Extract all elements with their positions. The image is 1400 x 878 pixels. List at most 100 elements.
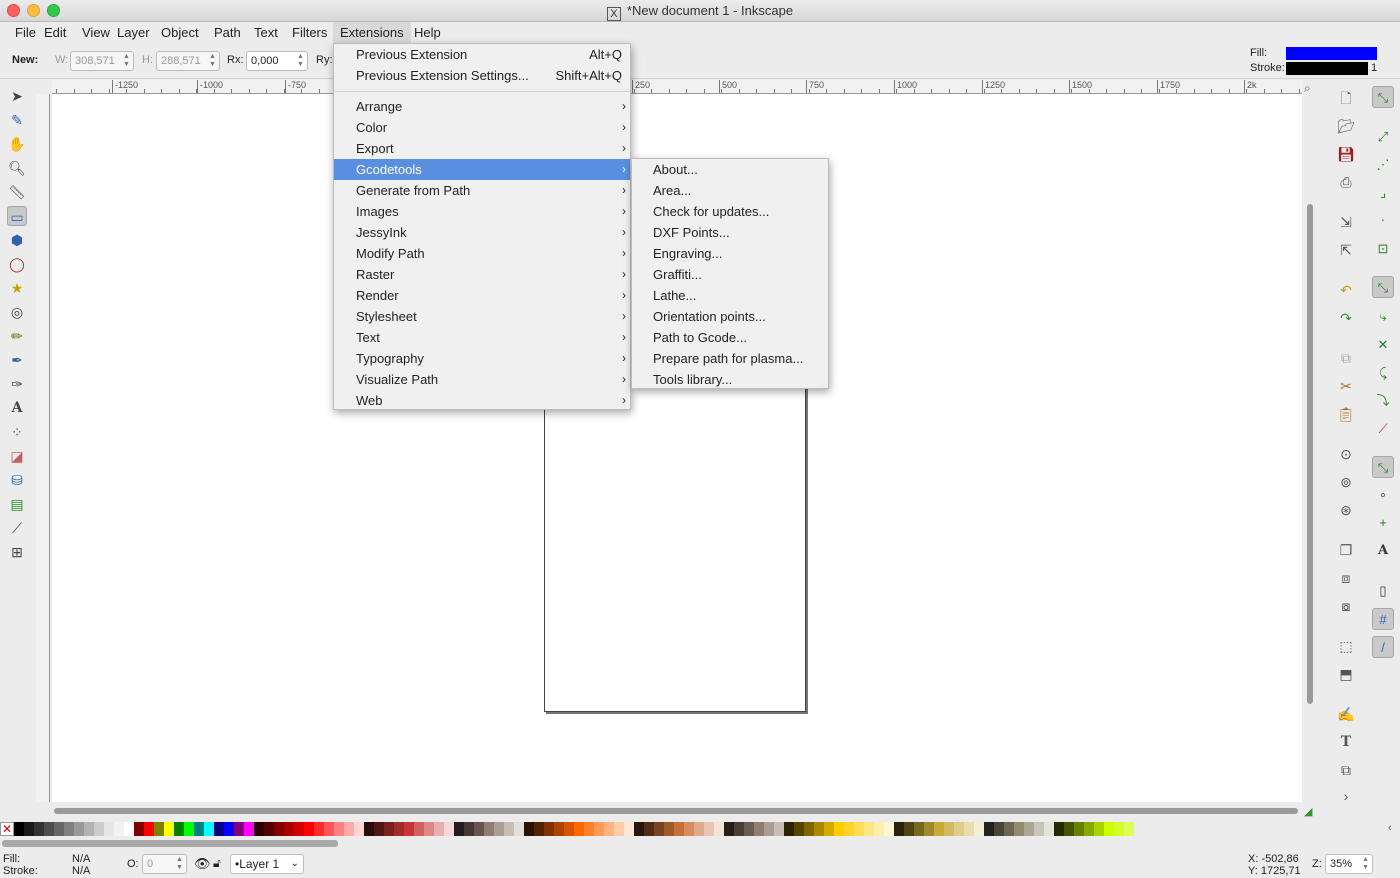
palette-swatch[interactable] — [104, 822, 114, 836]
menu-text[interactable]: Text — [247, 22, 285, 43]
zoom-field[interactable]: 35% ▲ ▼ — [1325, 854, 1373, 874]
menu-filters[interactable]: Filters — [285, 22, 334, 43]
no-paint-swatch[interactable]: ✕ — [0, 822, 14, 836]
palette-swatch[interactable] — [474, 822, 484, 836]
submenu-item-engraving[interactable]: Engraving... — [632, 243, 828, 264]
palette-swatch[interactable] — [1054, 822, 1064, 836]
palette-swatch[interactable] — [514, 822, 524, 836]
snap-bbox-edge-icon[interactable]: ⋰ — [1372, 154, 1394, 176]
menu-item-gcodetools[interactable]: Gcodetools › — [334, 159, 630, 180]
snap-object-center-icon[interactable]: ∘ — [1372, 484, 1394, 506]
pen-tool-icon[interactable]: ✒ — [7, 350, 27, 370]
menu-item-arrange[interactable]: Arrange › — [334, 96, 630, 117]
submenu-item-path-to-gcode[interactable]: Path to Gcode... — [632, 327, 828, 348]
snap-bbox-corner-icon[interactable]: ⌟ — [1372, 182, 1394, 204]
palette-swatch[interactable] — [1084, 822, 1094, 836]
palette-swatch[interactable] — [1004, 822, 1014, 836]
selector-tool-icon[interactable]: ➤ — [7, 86, 27, 106]
measure-tool-icon[interactable]: 📏︎ — [7, 182, 27, 202]
palette-swatch[interactable] — [944, 822, 954, 836]
palette-swatch[interactable] — [484, 822, 494, 836]
palette-swatch[interactable] — [244, 822, 254, 836]
palette-swatch[interactable] — [964, 822, 974, 836]
palette-swatch[interactable] — [184, 822, 194, 836]
palette-swatch[interactable] — [624, 822, 634, 836]
print-icon[interactable]: ⎙ — [1336, 172, 1356, 192]
palette-swatch[interactable] — [264, 822, 274, 836]
palette-swatch[interactable] — [464, 822, 474, 836]
palette-swatch[interactable] — [204, 822, 214, 836]
palette-swatch[interactable] — [894, 822, 904, 836]
menu-item-export[interactable]: Export › — [334, 138, 630, 159]
submenu-item-lathe[interactable]: Lathe... — [632, 285, 828, 306]
palette-swatch[interactable] — [214, 822, 224, 836]
palette-swatch[interactable] — [234, 822, 244, 836]
palette-swatch[interactable] — [904, 822, 914, 836]
palette-swatch[interactable] — [694, 822, 704, 836]
tweak-tool-icon[interactable]: ✋ — [7, 134, 27, 154]
palette-swatch[interactable] — [584, 822, 594, 836]
menu-item-images[interactable]: Images › — [334, 201, 630, 222]
palette-swatch[interactable] — [784, 822, 794, 836]
palette-swatch[interactable] — [984, 822, 994, 836]
palette-swatch[interactable] — [864, 822, 874, 836]
palette-swatch[interactable] — [54, 822, 64, 836]
submenu-item-tools-library[interactable]: Tools library... — [632, 369, 828, 390]
height-field[interactable]: 288,571 ▲ ▼ — [156, 51, 220, 71]
palette-swatch[interactable] — [994, 822, 1004, 836]
status-stroke-value[interactable]: N/A — [72, 865, 90, 877]
palette-swatch[interactable] — [774, 822, 784, 836]
horizontal-scroll-thumb[interactable] — [54, 808, 1298, 814]
submenu-item-dxf-points[interactable]: DXF Points... — [632, 222, 828, 243]
palette-swatch[interactable] — [314, 822, 324, 836]
palette-swatch[interactable] — [604, 822, 614, 836]
menu-item-modify-path[interactable]: Modify Path › — [334, 243, 630, 264]
text-tool-icon[interactable]: A — [7, 398, 27, 418]
palette-swatch[interactable] — [814, 822, 824, 836]
palette-swatch[interactable] — [1064, 822, 1074, 836]
save-icon[interactable]: 💾︎ — [1336, 144, 1356, 164]
palette-swatch[interactable] — [544, 822, 554, 836]
menu-item-jessyink[interactable]: JessyInk › — [334, 222, 630, 243]
cut-icon[interactable]: ✂ — [1336, 376, 1356, 396]
palette-swatch[interactable] — [1024, 822, 1034, 836]
menu-extensions[interactable]: Extensions — [333, 22, 411, 43]
palette-swatch[interactable] — [504, 822, 514, 836]
palette-swatch[interactable] — [794, 822, 804, 836]
palette-swatch[interactable] — [374, 822, 384, 836]
opacity-field[interactable]: 0 ▲ ▼ — [142, 854, 187, 874]
menu-layer[interactable]: Layer — [110, 22, 157, 43]
palette-swatch[interactable] — [644, 822, 654, 836]
submenu-item-area[interactable]: Area... — [632, 180, 828, 201]
snap-text-baseline-icon[interactable]: A — [1372, 540, 1394, 562]
layers-dialog-icon[interactable]: ⧉ — [1336, 760, 1356, 780]
submenu-item-prepare-path-for-plasma[interactable]: Prepare path for plasma... — [632, 348, 828, 369]
open-icon[interactable]: 📂︎ — [1336, 116, 1356, 136]
palette-swatch[interactable] — [704, 822, 714, 836]
palette-swatch[interactable] — [734, 822, 744, 836]
palette-swatch[interactable] — [884, 822, 894, 836]
palette-swatch[interactable] — [614, 822, 624, 836]
palette-swatch[interactable] — [334, 822, 344, 836]
snap-midpoints-icon[interactable]: ⟋ — [1372, 418, 1394, 440]
snap-toggle-icon[interactable]: ⤡ — [1372, 86, 1394, 108]
palette-swatch[interactable] — [14, 822, 24, 836]
palette-swatch[interactable] — [384, 822, 394, 836]
snap-intersections-icon[interactable]: ✕ — [1372, 334, 1394, 356]
zoom-selection-icon[interactable]: ⊙ — [1336, 444, 1356, 464]
star-tool-icon[interactable]: ★ — [7, 278, 27, 298]
paste-icon[interactable]: 📋︎ — [1336, 404, 1356, 424]
palette-swatch[interactable] — [744, 822, 754, 836]
palette-swatch[interactable] — [754, 822, 764, 836]
stroke-swatch[interactable] — [1286, 62, 1368, 75]
snap-guides-icon[interactable]: / — [1372, 636, 1394, 658]
current-layer-select[interactable]: •Layer 1 ⌄ — [230, 854, 304, 874]
snap-rotation-center-icon[interactable]: + — [1372, 512, 1394, 534]
snap-page-border-icon[interactable]: ▯ — [1372, 580, 1394, 602]
palette-swatch[interactable] — [134, 822, 144, 836]
palette-menu-icon[interactable]: ‹ — [1388, 822, 1392, 834]
palette-swatch[interactable] — [1124, 822, 1134, 836]
palette-swatch[interactable] — [914, 822, 924, 836]
palette-swatch[interactable] — [274, 822, 284, 836]
3d-box-tool-icon[interactable]: ⬢ — [7, 230, 27, 250]
